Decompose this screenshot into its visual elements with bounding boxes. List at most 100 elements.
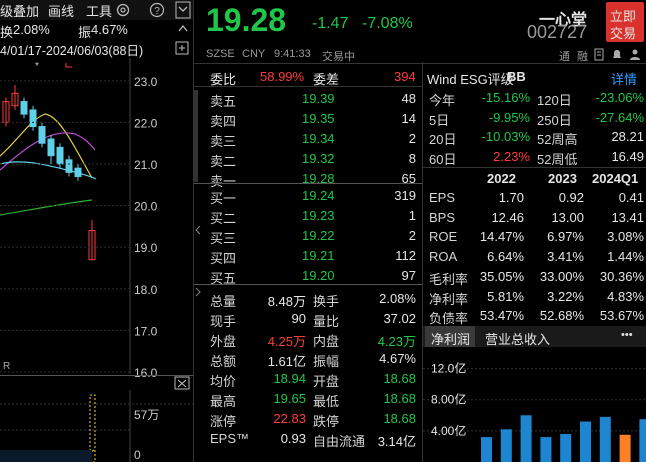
perf-value: -27.64%	[595, 109, 644, 125]
price-tick-label: 21.0	[134, 158, 158, 172]
collapse-down-icon[interactable]	[175, 1, 191, 19]
candle-body	[20, 101, 28, 115]
perf-row: 20日 -10.03% 52周高 28.21	[423, 127, 646, 147]
level-volume: 48	[401, 91, 416, 106]
price-tick-label: 17.0	[134, 324, 158, 338]
bid-row[interactable]: 买二 19.23 1	[194, 206, 422, 226]
turnover-label: 换	[0, 25, 14, 40]
perf-label: 250日	[537, 112, 572, 128]
quote-value: 4.67%	[379, 351, 416, 366]
finance-value: 14.47%	[479, 229, 524, 245]
bid-row[interactable]: 买三 19.22 2	[194, 226, 422, 246]
date-range: 4/01/17-2024/06/03(88日)	[0, 44, 144, 58]
quote-label: 涨停	[210, 414, 237, 429]
help-icon[interactable]: ?	[149, 2, 165, 18]
price-change: -1.47	[312, 15, 349, 32]
year-2023: 2023	[548, 171, 577, 186]
profit-bar	[599, 416, 611, 462]
profit-bar	[500, 429, 512, 462]
perf-label: 52周低	[537, 151, 578, 167]
divider	[194, 63, 422, 64]
quote-value: 4.25万	[267, 334, 306, 349]
ask-row[interactable]: 卖三 19.34 2	[194, 129, 422, 149]
ask-row[interactable]: 卖二 19.32 8	[194, 149, 422, 169]
divider	[194, 86, 422, 87]
expand-up-icon[interactable]	[176, 20, 190, 38]
contract-icon[interactable]	[593, 48, 605, 61]
tab-net-profit-label: 净利润	[431, 332, 471, 347]
level-price: 19.32	[302, 151, 335, 166]
quote-panel: 19.28 -1.47 -7.08% SZSE CNY 9:41:33 交易中 …	[194, 0, 422, 462]
zoom-icon[interactable]	[174, 40, 190, 56]
level-volume: 97	[401, 268, 416, 283]
level-label: 卖二	[210, 154, 237, 169]
perf-value: 16.49	[611, 148, 644, 164]
finance-value: 53.47%	[479, 308, 524, 324]
price-tick-label: 19.0	[134, 241, 158, 255]
tools-menu[interactable]: 工具	[86, 1, 112, 20]
quote-value: 0.93	[280, 431, 306, 446]
svg-text:?: ?	[154, 6, 160, 17]
ask-row[interactable]: 卖四 19.35 14	[194, 109, 422, 129]
finance-value: 0.41	[618, 190, 644, 205]
finance-value: 4.83%	[607, 288, 644, 304]
weicha-value: 394	[394, 69, 416, 84]
finance-value: 35.05%	[479, 268, 524, 284]
quote-label: 均价	[210, 374, 237, 389]
perf-label: 120日	[537, 93, 572, 108]
candlestick-chart[interactable]: * 23.0 22.0 21.0 20.0 19.0 18.0 17.0 16.0	[0, 58, 193, 378]
settings-gear-icon[interactable]	[115, 2, 131, 18]
perf-label: 5日	[429, 112, 450, 128]
price-tick-label: 23.0	[134, 75, 158, 89]
finance-value: 5.81%	[487, 288, 524, 304]
level-price: 19.35	[302, 111, 335, 126]
tab-revenue[interactable]: 营业总收入	[485, 329, 550, 348]
expand-left-icon[interactable]	[195, 224, 201, 236]
candle-body	[29, 109, 37, 128]
draw-line-menu[interactable]: 画线	[48, 1, 74, 20]
finance-row: ROA 6.64% 3.41% 1.44%	[423, 247, 646, 267]
quote-label: 自由流通	[313, 434, 366, 449]
level-price: 19.20	[302, 268, 335, 283]
level-label: 卖四	[210, 114, 237, 129]
user-icon[interactable]	[629, 48, 641, 61]
profit-bar	[560, 433, 572, 462]
close-volume-icon[interactable]	[174, 376, 190, 390]
level-label: 买二	[210, 211, 237, 226]
bid-row[interactable]: 买五 19.20 97	[194, 266, 422, 286]
bid-row[interactable]: 买四 19.21 112	[194, 246, 422, 266]
profit-bar	[540, 437, 552, 462]
quote-label: 最高	[210, 394, 237, 409]
bell-icon[interactable]	[611, 48, 623, 61]
ask-row[interactable]: 卖五 19.39 48	[194, 89, 422, 109]
overlay-menu[interactable]: 级叠加	[0, 1, 39, 20]
expand-right-icon[interactable]	[195, 286, 201, 298]
perf-value: 28.21	[611, 129, 644, 144]
more-menu-icon[interactable]: •••	[621, 329, 633, 341]
level-price: 19.34	[302, 131, 335, 146]
perf-value: -9.95%	[488, 109, 530, 125]
finance-value: 52.68%	[539, 308, 584, 324]
bid-row[interactable]: 买一 19.24 319	[194, 186, 422, 206]
finance-value: 6.64%	[487, 249, 524, 265]
perf-label: 60日	[429, 151, 457, 167]
divider	[423, 63, 646, 64]
quote-label: EPS™	[210, 431, 250, 446]
finance-row: EPS 1.70 0.92 0.41	[423, 188, 646, 208]
volume-zero: 0	[134, 448, 141, 462]
level-label: 买三	[210, 231, 237, 246]
esg-detail-link[interactable]: 详情	[611, 69, 637, 88]
price-change-pct: -7.08%	[362, 15, 413, 32]
trade-now-button[interactable]: 立即 交易	[606, 2, 644, 42]
divider	[423, 167, 646, 168]
tab-net-profit[interactable]: 净利润	[425, 326, 475, 347]
amplitude-value: 4.67%	[91, 22, 128, 37]
kline-panel[interactable]: 级叠加 画线 工具 ? 换 2.08% 振 4.67% 4/01/17-2024…	[0, 0, 193, 462]
volume-chart[interactable]: 57万 0	[0, 390, 193, 462]
quote-row: 现手 90 量比 37.02	[194, 309, 422, 329]
finance-label: ROA	[429, 249, 458, 265]
finance-label: 毛利率	[429, 271, 469, 287]
finance-value: 3.22%	[547, 288, 584, 304]
level-volume: 2	[408, 131, 416, 146]
divider	[0, 375, 193, 376]
